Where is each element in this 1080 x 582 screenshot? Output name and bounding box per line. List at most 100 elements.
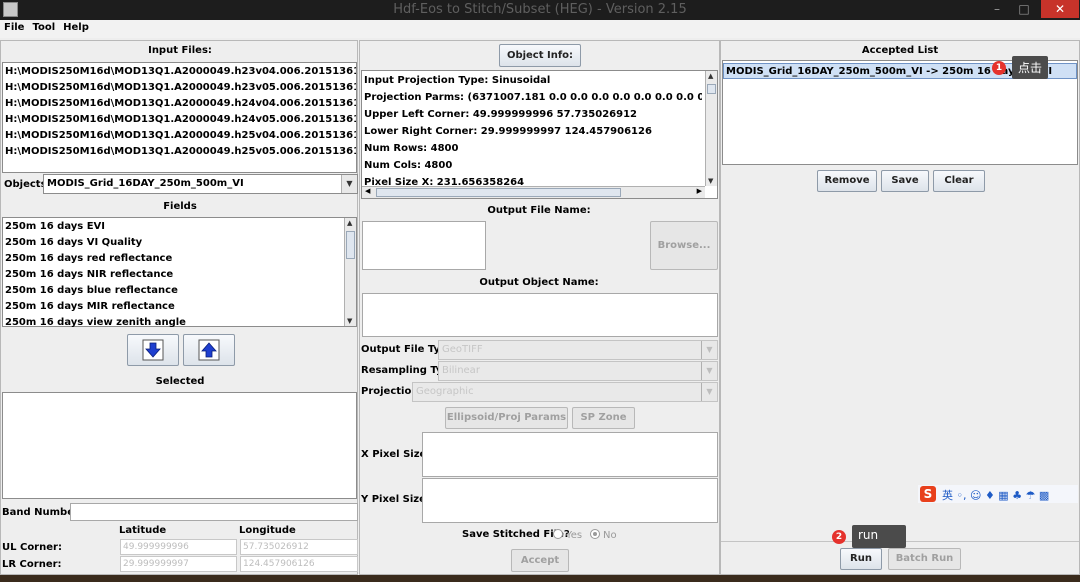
- ul-corner-label: UL Corner:: [2, 542, 62, 553]
- input-files-list[interactable]: H:\MODIS250M16d\MOD13Q1.A2000049.h23v04.…: [2, 62, 357, 173]
- remove-button[interactable]: Remove: [817, 170, 877, 192]
- scroll-down-icon[interactable]: ▼: [347, 317, 352, 325]
- output-file-name-label: Output File Name:: [487, 205, 591, 216]
- left-panel: Input Files: H:\MODIS250M16d\MOD13Q1.A20…: [0, 40, 358, 575]
- middle-panel: Object Info: Input Projection Type: Sinu…: [359, 40, 720, 575]
- longitude-label: Longitude: [239, 525, 296, 536]
- fields-list[interactable]: 250m 16 days EVI 250m 16 days VI Quality…: [2, 217, 357, 328]
- fields-scrollbar[interactable]: ▲ ▼: [344, 218, 356, 326]
- ime-tools[interactable]: 英 ◦, ☺ ♦ ▦ ♣ ☂ ▩: [942, 487, 1049, 503]
- ime-toolbar: S 英 ◦, ☺ ♦ ▦ ♣ ☂ ▩: [918, 485, 1078, 503]
- tooltip-click: 点击: [1012, 56, 1049, 79]
- clear-button[interactable]: Clear: [933, 170, 985, 192]
- move-up-button[interactable]: [183, 334, 235, 366]
- field-item[interactable]: 250m 16 days view zenith angle: [3, 315, 356, 331]
- output-object-name-field[interactable]: [362, 293, 718, 337]
- window-title: Hdf-Eos to Stitch/Subset (HEG) - Version…: [393, 2, 687, 17]
- menu-bar: File Tool Help: [0, 20, 1080, 38]
- scroll-thumb[interactable]: [376, 188, 621, 197]
- ul-longitude-field[interactable]: 57.735026912: [240, 539, 358, 555]
- y-pixel-size-field[interactable]: [422, 478, 718, 523]
- radio-yes-label: Yes: [566, 530, 583, 541]
- scroll-up-icon[interactable]: ▲: [347, 219, 352, 227]
- scroll-left-icon[interactable]: ◀: [365, 187, 370, 195]
- save-button[interactable]: Save: [881, 170, 929, 192]
- title-bar: Hdf-Eos to Stitch/Subset (HEG) - Version…: [0, 0, 1080, 20]
- scroll-thumb[interactable]: [346, 231, 355, 259]
- fields-header: Fields: [163, 201, 197, 212]
- info-line: Input Projection Type: Sinusoidal: [364, 75, 551, 86]
- field-item[interactable]: 250m 16 days EVI: [3, 219, 356, 235]
- output-file-type-value: GeoTIFF: [442, 344, 483, 355]
- objects-value: MODIS_Grid_16DAY_250m_500m_VI: [47, 178, 244, 189]
- output-file-name-field[interactable]: [362, 221, 486, 270]
- info-line: Upper Left Corner: 49.999999996 57.73502…: [364, 109, 638, 120]
- info-line: Lower Right Corner: 29.999999997 124.457…: [364, 126, 652, 137]
- tooltip-run: run: [852, 525, 906, 548]
- radio-no[interactable]: No: [590, 529, 617, 541]
- batch-run-button[interactable]: Batch Run: [888, 548, 961, 570]
- maximize-button[interactable]: □: [1012, 0, 1036, 18]
- field-item[interactable]: 250m 16 days MIR reflectance: [3, 299, 356, 315]
- projection-select[interactable]: Geographic ▼: [412, 382, 718, 402]
- sp-zone-button[interactable]: SP Zone: [572, 407, 635, 429]
- browse-button[interactable]: Browse...: [650, 221, 718, 270]
- radio-circle[interactable]: [553, 529, 563, 539]
- field-item[interactable]: 250m 16 days red reflectance: [3, 251, 356, 267]
- x-pixel-size-field[interactable]: [422, 432, 718, 477]
- lr-longitude-field[interactable]: 124.457906126: [240, 556, 358, 572]
- chevron-down-icon[interactable]: ▼: [701, 362, 717, 380]
- info-vscrollbar[interactable]: ▲ ▼: [705, 71, 717, 186]
- chevron-down-icon[interactable]: ▼: [341, 175, 357, 193]
- field-item[interactable]: 250m 16 days blue reflectance: [3, 283, 356, 299]
- chevron-down-icon[interactable]: ▼: [701, 341, 717, 359]
- move-down-button[interactable]: [127, 334, 179, 366]
- objects-select[interactable]: MODIS_Grid_16DAY_250m_500m_VI ▼: [43, 174, 358, 194]
- scroll-up-icon[interactable]: ▲: [708, 72, 713, 80]
- input-file-item[interactable]: H:\MODIS250M16d\MOD13Q1.A2000049.h23v05.…: [3, 80, 356, 96]
- resampling-type-select[interactable]: Bilinear ▼: [438, 361, 718, 381]
- ul-latitude-field[interactable]: 49.999999996: [120, 539, 237, 555]
- taskbar: [0, 575, 1080, 582]
- output-object-name-label: Output Object Name:: [479, 277, 599, 288]
- info-line: Num Cols: 4800: [364, 160, 453, 171]
- radio-circle[interactable]: [590, 529, 600, 539]
- input-file-item[interactable]: H:\MODIS250M16d\MOD13Q1.A2000049.h23v04.…: [3, 64, 356, 80]
- selected-header: Selected: [155, 376, 205, 387]
- selected-list[interactable]: [2, 392, 357, 499]
- accepted-list-header: Accepted List: [861, 45, 939, 56]
- radio-yes[interactable]: Yes: [553, 529, 582, 541]
- ime-logo-icon[interactable]: S: [920, 486, 936, 502]
- close-button[interactable]: ✕: [1041, 0, 1079, 18]
- output-file-type-select[interactable]: GeoTIFF ▼: [438, 340, 718, 360]
- scroll-thumb[interactable]: [707, 84, 716, 94]
- latitude-label: Latitude: [119, 525, 167, 536]
- info-hscrollbar[interactable]: ◀ ▶: [362, 186, 705, 198]
- step-badge-2: 2: [832, 530, 846, 544]
- menu-help[interactable]: Help: [59, 20, 93, 33]
- object-info-button[interactable]: Object Info:: [499, 44, 581, 67]
- input-file-item[interactable]: H:\MODIS250M16d\MOD13Q1.A2000049.h25v04.…: [3, 128, 356, 144]
- input-file-item[interactable]: H:\MODIS250M16d\MOD13Q1.A2000049.h24v05.…: [3, 112, 356, 128]
- input-files-header: Input Files:: [148, 45, 212, 56]
- arrow-down-icon: [142, 339, 164, 361]
- field-item[interactable]: 250m 16 days NIR reflectance: [3, 267, 356, 283]
- scroll-down-icon[interactable]: ▼: [708, 177, 713, 185]
- chevron-down-icon[interactable]: ▼: [701, 383, 717, 401]
- scroll-right-icon[interactable]: ▶: [697, 187, 702, 195]
- input-file-item[interactable]: H:\MODIS250M16d\MOD13Q1.A2000049.h25v05.…: [3, 144, 356, 160]
- x-pixel-size-label: X Pixel Size:: [361, 449, 431, 460]
- ellipsoid-proj-params-button[interactable]: Ellipsoid/Proj Params: [445, 407, 568, 429]
- menu-file[interactable]: File: [0, 20, 28, 33]
- input-file-item[interactable]: H:\MODIS250M16d\MOD13Q1.A2000049.h24v04.…: [3, 96, 356, 112]
- step-badge-1: 1: [992, 61, 1006, 75]
- run-button[interactable]: Run: [840, 548, 882, 570]
- band-number-field[interactable]: [70, 503, 358, 521]
- menu-tool[interactable]: Tool: [28, 20, 59, 33]
- lr-corner-label: LR Corner:: [2, 559, 62, 570]
- accept-button[interactable]: Accept: [511, 549, 569, 572]
- lr-latitude-field[interactable]: 29.999999997: [120, 556, 237, 572]
- minimize-button[interactable]: –: [985, 0, 1009, 18]
- field-item[interactable]: 250m 16 days VI Quality: [3, 235, 356, 251]
- resampling-type-value: Bilinear: [442, 365, 480, 376]
